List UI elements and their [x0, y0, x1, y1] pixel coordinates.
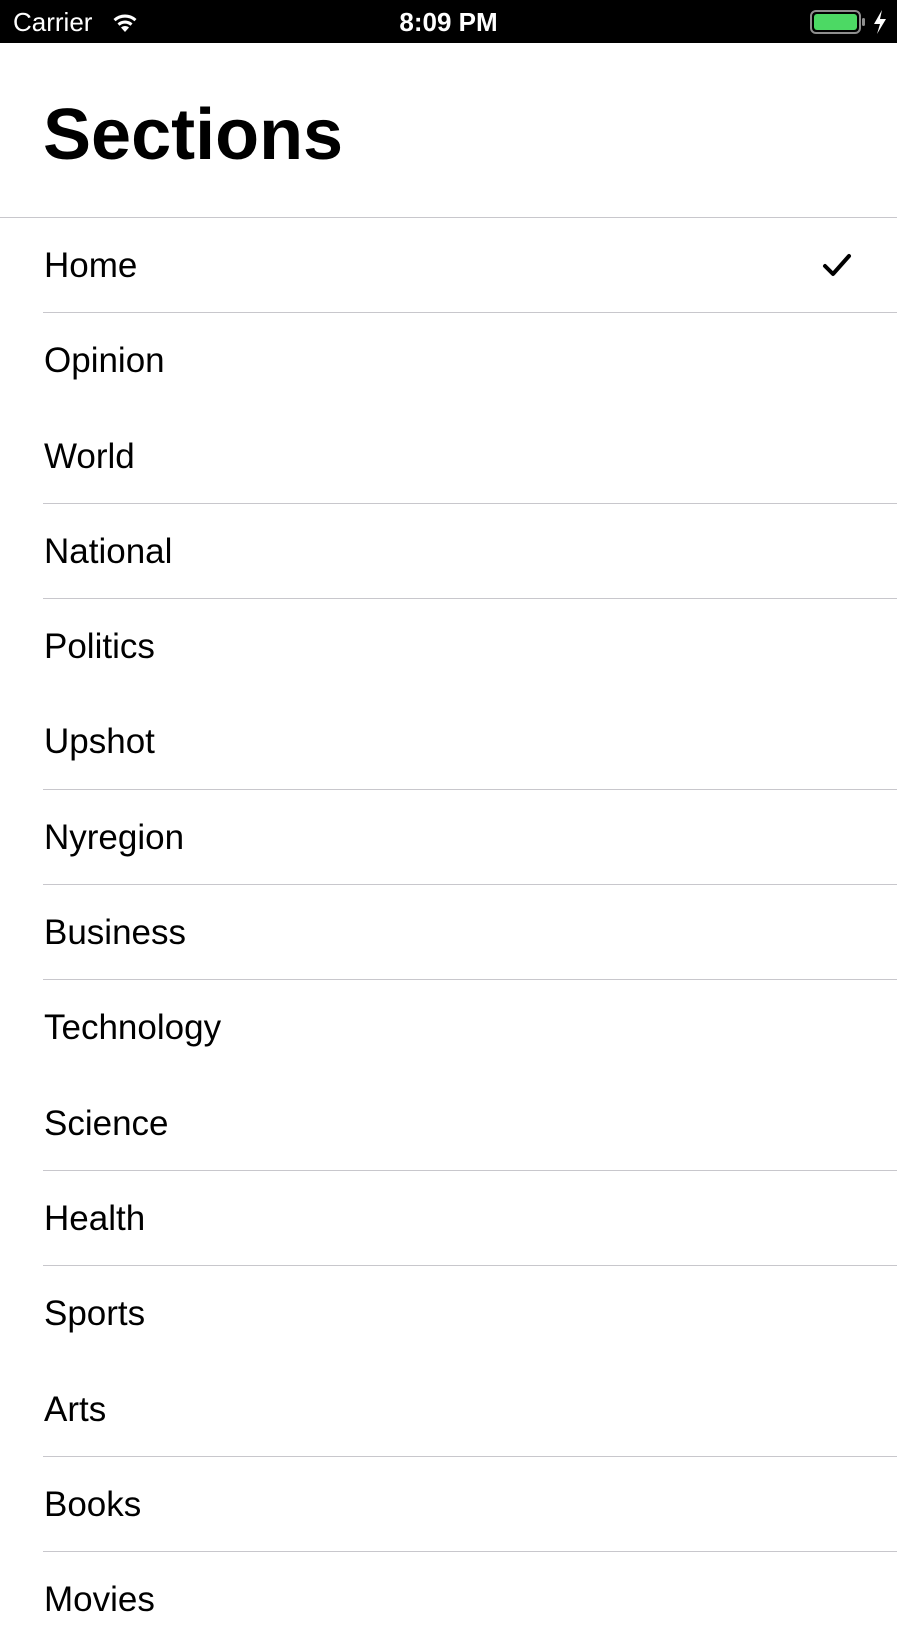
section-label: Books	[44, 1484, 142, 1524]
section-row-home[interactable]: Home	[0, 218, 897, 314]
section-row-national[interactable]: National	[0, 504, 897, 600]
section-label: Health	[44, 1198, 146, 1238]
section-row-politics[interactable]: Politics	[0, 599, 897, 694]
section-label: World	[44, 436, 135, 476]
section-row-health[interactable]: Health	[0, 1171, 897, 1267]
section-row-business[interactable]: Business	[0, 885, 897, 981]
section-label: Nyregion	[44, 817, 185, 857]
page-title: Sections	[43, 95, 344, 175]
section-row-nyregion[interactable]: Nyregion	[0, 790, 897, 886]
section-row-upshot[interactable]: Upshot	[0, 694, 897, 790]
section-label: Movies	[44, 1580, 155, 1620]
section-label: Arts	[44, 1389, 107, 1429]
section-label: Politics	[44, 627, 155, 667]
status-bar: Carrier 8:09 PM	[0, 0, 897, 43]
section-label: Business	[44, 913, 187, 953]
section-row-world[interactable]: World	[0, 409, 897, 504]
charging-bolt-icon	[874, 10, 886, 34]
section-label: Upshot	[44, 722, 155, 762]
section-label: National	[44, 531, 173, 571]
section-label: Sports	[44, 1294, 146, 1334]
section-row-science[interactable]: Science	[0, 1076, 897, 1171]
section-row-opinion[interactable]: Opinion	[0, 313, 897, 408]
section-label: Technology	[44, 1008, 222, 1048]
section-row-arts[interactable]: Arts	[0, 1362, 897, 1457]
battery-icon	[810, 10, 865, 34]
section-row-sports[interactable]: Sports	[0, 1266, 897, 1361]
section-label: Science	[44, 1103, 169, 1143]
section-row-technology[interactable]: Technology	[0, 980, 897, 1075]
section-row-movies[interactable]: Movies	[0, 1552, 897, 1647]
section-label: Home	[44, 246, 138, 285]
section-row-books[interactable]: Books	[0, 1457, 897, 1553]
clock-label: 8:09 PM	[399, 7, 498, 37]
checkmark-icon	[823, 254, 851, 276]
section-list: Home Opinion World National Politics Upshot Ny…	[0, 218, 897, 1647]
section-label: Opinion	[44, 341, 165, 381]
